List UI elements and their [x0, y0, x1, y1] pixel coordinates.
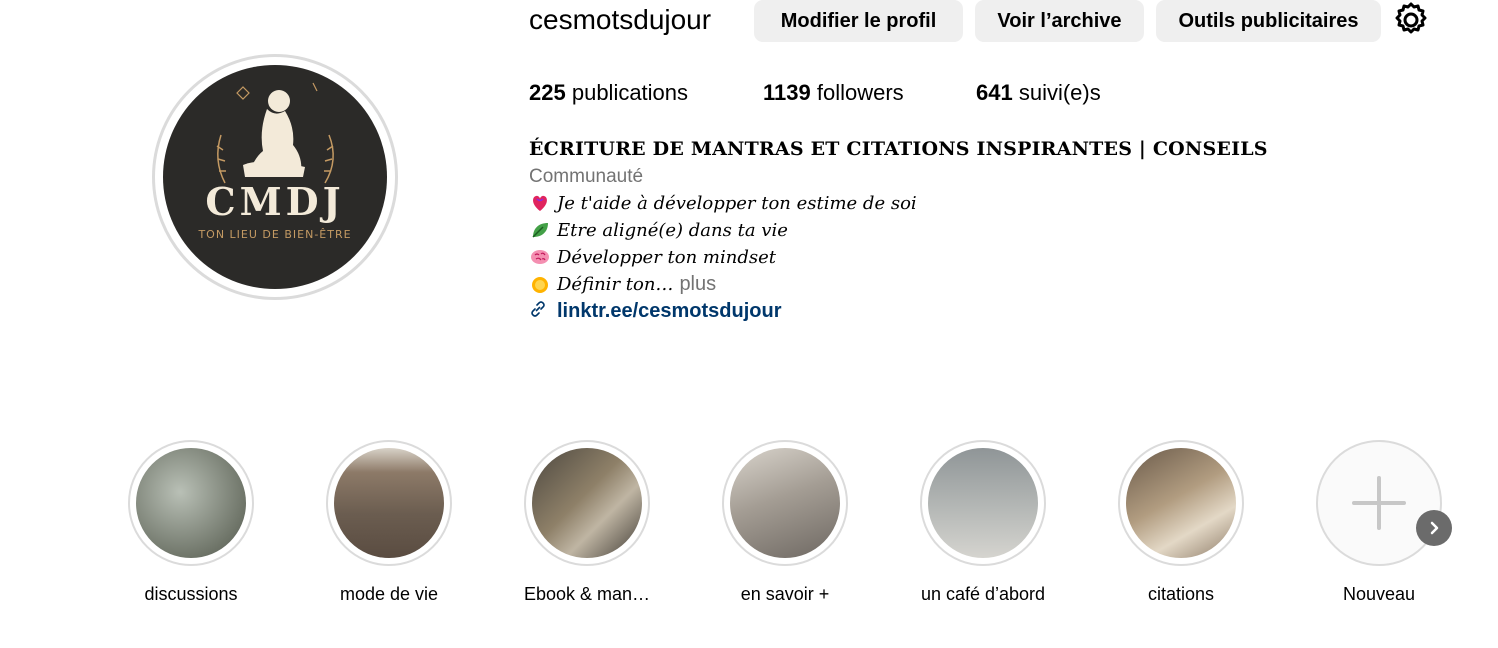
- view-archive-button[interactable]: Voir l’archive: [975, 0, 1144, 42]
- highlight-label: un café d’abord: [920, 584, 1046, 604]
- highlight-ring[interactable]: [524, 440, 650, 566]
- following-label: suivi(e)s: [1018, 80, 1101, 105]
- sun-icon: [529, 274, 551, 296]
- followers-label: followers: [816, 80, 904, 105]
- highlight-label: en savoir +: [740, 584, 830, 604]
- highlight-ring[interactable]: [722, 440, 848, 566]
- ad-tools-button[interactable]: Outils publicitaires: [1156, 0, 1381, 42]
- highlight-cafe[interactable]: un café d’abord: [920, 440, 1046, 605]
- highlight-label: Ebook & man…: [524, 584, 651, 604]
- highlight-cover: [532, 448, 642, 558]
- following-count[interactable]: 641 suivi(e)s: [976, 80, 1101, 106]
- bio-link[interactable]: linktr.ee/cesmotsdujour: [529, 300, 782, 323]
- highlight-cover: [334, 448, 444, 558]
- heart-icon: [529, 192, 551, 214]
- bio-line: Définir ton… plus: [529, 273, 716, 296]
- followers-count[interactable]: 1139 followers: [763, 80, 904, 106]
- highlight-discussions[interactable]: discussions: [128, 440, 254, 605]
- highlight-citations[interactable]: citations: [1118, 440, 1244, 605]
- edit-profile-button[interactable]: Modifier le profil: [754, 0, 963, 42]
- avatar-logo-letters: CMDJ: [205, 179, 345, 224]
- highlight-label: citations: [1147, 584, 1215, 604]
- followers-number: 1139: [763, 80, 811, 105]
- highlight-mode-de-vie[interactable]: mode de vie: [326, 440, 452, 605]
- highlight-ring[interactable]: [128, 440, 254, 566]
- highlight-ebook[interactable]: Ebook & man…: [524, 440, 650, 605]
- more-link[interactable]: plus: [679, 273, 716, 296]
- highlight-ring[interactable]: [1118, 440, 1244, 566]
- gear-icon[interactable]: [1392, 1, 1430, 39]
- profile-avatar[interactable]: CMDJ TON LIEU DE BIEN-ÊTRE: [152, 54, 398, 300]
- bio-title: ÉCRITURE DE MANTRAS ET CITATIONS INSPIRA…: [529, 138, 1268, 160]
- highlight-cover: [136, 448, 246, 558]
- bio-line-text: Etre aligné(e) dans ta vie: [557, 219, 788, 241]
- highlight-cover: [730, 448, 840, 558]
- bio-line-text: Je t'aide à développer ton estime de soi: [557, 192, 917, 214]
- highlight-label: discussions: [144, 584, 238, 604]
- leaf-icon: [529, 219, 551, 241]
- new-highlight-button[interactable]: [1316, 440, 1442, 566]
- bio-line: Je t'aide à développer ton estime de soi: [529, 192, 917, 214]
- bio-line: Etre aligné(e) dans ta vie: [529, 219, 788, 241]
- highlight-en-savoir-plus[interactable]: en savoir +: [722, 440, 848, 605]
- posts-count: 225 publications: [529, 80, 688, 106]
- posts-number: 225: [529, 80, 566, 105]
- highlight-ring[interactable]: [920, 440, 1046, 566]
- highlight-ring[interactable]: [326, 440, 452, 566]
- highlight-label: Nouveau: [1342, 584, 1416, 604]
- avatar-logo-tagline: TON LIEU DE BIEN-ÊTRE: [198, 228, 352, 241]
- posts-label: publications: [571, 80, 689, 105]
- plus-icon: [1352, 476, 1406, 530]
- highlight-label: mode de vie: [339, 584, 439, 604]
- bio-line: Développer ton mindset: [529, 246, 776, 268]
- brain-icon: [529, 246, 551, 268]
- username: cesmotsdujour: [529, 4, 712, 35]
- bio-category: Communauté: [529, 166, 644, 187]
- bio-link-text[interactable]: linktr.ee/cesmotsdujour: [557, 300, 782, 323]
- bio-line-text: Définir ton…: [557, 274, 674, 295]
- highlight-cover: [1126, 448, 1236, 558]
- bio-line-text: Développer ton mindset: [557, 246, 776, 268]
- link-icon: [529, 300, 547, 323]
- following-number: 641: [976, 80, 1013, 105]
- chevron-right-icon[interactable]: [1416, 510, 1452, 546]
- avatar-image: CMDJ TON LIEU DE BIEN-ÊTRE: [163, 65, 387, 289]
- highlight-cover: [928, 448, 1038, 558]
